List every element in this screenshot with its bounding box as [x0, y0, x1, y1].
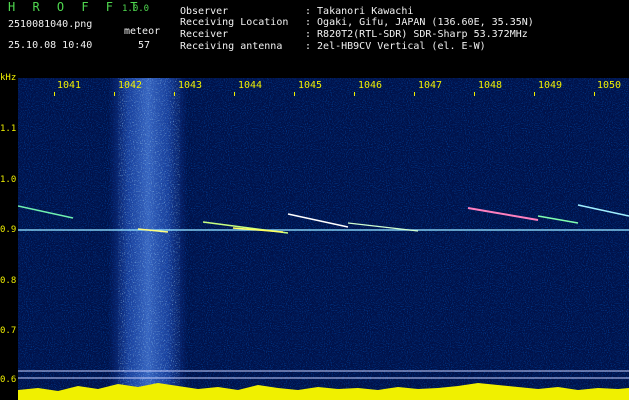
date-time: 25.10.08 10:40 [8, 40, 93, 51]
meteor-count: 57 [138, 40, 151, 51]
x-tick-mark [174, 92, 175, 96]
x-tick-mark [234, 92, 235, 96]
x-tick-label: 1044 [238, 80, 263, 91]
y-tick-label: 1.0 [0, 175, 17, 185]
x-tick-label: 1043 [178, 80, 203, 91]
y-tick-label: 1.1 [0, 124, 17, 134]
observer-label: Observer [180, 6, 229, 17]
x-tick-label: 1048 [478, 80, 503, 91]
x-tick-label: 1046 [358, 80, 383, 91]
antenna-value: : 2el-HB9CV Vertical (el. E-W) [305, 41, 486, 52]
file-name: 2510081040.png [8, 19, 93, 30]
x-tick-label: 1045 [298, 80, 323, 91]
receiver-label: Receiver [180, 29, 229, 40]
y-tick-label: 0.9 [0, 225, 17, 235]
x-tick-label: 1042 [118, 80, 143, 91]
x-tick-mark [114, 92, 115, 96]
x-tick-mark [54, 92, 55, 96]
header-panel: H R O F F T 1.0.0 2510081040.png 25.10.0… [0, 0, 629, 75]
y-tick-label: 0.7 [0, 326, 17, 336]
x-tick-label: 1041 [57, 80, 82, 91]
location-label: Receiving Location [180, 17, 289, 28]
x-tick-mark [354, 92, 355, 96]
x-tick-mark [594, 92, 595, 96]
spectrogram-image [18, 78, 629, 400]
x-tick-label: 1047 [418, 80, 443, 91]
antenna-label: Receiving antenna [180, 41, 283, 52]
location-value: : Ogaki, Gifu, JAPAN (136.60E, 35.35N) [305, 17, 534, 28]
x-tick-mark [474, 92, 475, 96]
spectrogram [18, 78, 629, 400]
x-tick-mark [534, 92, 535, 96]
meteor-label: meteor [124, 26, 161, 37]
y-unit-label: kHz [0, 73, 17, 83]
x-tick-mark [414, 92, 415, 96]
x-tick-label: 1050 [597, 80, 622, 91]
app-version: 1.0.0 [122, 4, 150, 14]
x-tick-mark [294, 92, 295, 96]
receiver-value: : R820T2(RTL-SDR) SDR-Sharp 53.372MHz [305, 29, 528, 40]
y-tick-label: 0.8 [0, 276, 17, 286]
observer-value: : Takanori Kawachi [305, 6, 414, 17]
x-tick-label: 1049 [538, 80, 563, 91]
y-tick-label: 0.6 [0, 375, 17, 385]
